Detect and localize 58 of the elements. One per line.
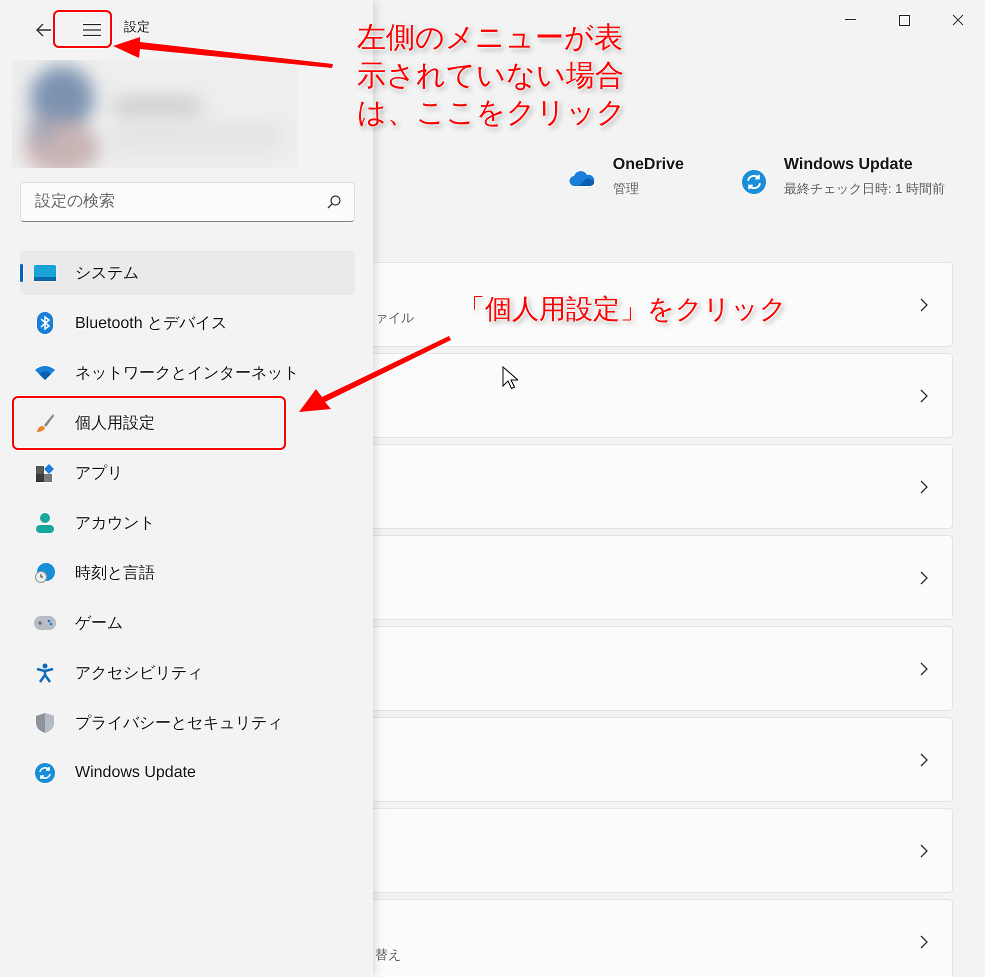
nav-item[interactable]: アカウント (20, 501, 355, 545)
settings-card[interactable] (373, 626, 953, 711)
nav-item[interactable]: アプリ (20, 451, 355, 495)
settings-card[interactable] (373, 717, 953, 802)
nav-item[interactable]: Bluetooth とデバイス (20, 301, 355, 345)
header-title[interactable]: OneDrive (612, 156, 684, 174)
paintbrush-icon (35, 413, 55, 433)
chevron-icon (920, 662, 928, 676)
shield-icon (36, 713, 54, 733)
selection-indicator (20, 264, 23, 282)
globe-clock-icon (35, 563, 55, 583)
monitor-icon (34, 265, 56, 281)
minimize-icon[interactable] (844, 19, 856, 21)
cloud-icon (568, 170, 595, 186)
nav-item[interactable]: 個人用設定 (20, 401, 355, 445)
highlight-box (53, 10, 112, 48)
header-title[interactable]: Windows Update (784, 156, 945, 174)
nav-item[interactable]: システム (20, 251, 355, 295)
annotation-text: 「個人用設定」をクリック (458, 293, 787, 326)
chevron-icon (920, 389, 928, 403)
chevron-icon (920, 480, 928, 494)
chevron-icon (920, 298, 928, 312)
mouse-cursor-icon (502, 366, 518, 390)
update-icon (35, 763, 55, 783)
nav-item[interactable]: ゲーム (20, 601, 355, 645)
header-subtitle: 管理 (612, 180, 640, 198)
settings-card[interactable]: 替え (373, 899, 953, 977)
settings-card[interactable] (373, 535, 953, 620)
search-icon (327, 195, 341, 209)
gamepad-icon (34, 616, 56, 630)
accessibility-icon (36, 663, 54, 683)
window-title: 設定 (124, 18, 150, 36)
search-field[interactable]: 設定の検索 (20, 182, 355, 222)
update-icon (742, 170, 766, 194)
nav-item[interactable]: ネットワークとインターネット (20, 351, 355, 395)
chevron-icon (920, 571, 928, 585)
bluetooth-icon (37, 312, 53, 334)
header-subtitle: 最終チェック日時: 1 時間前 (784, 180, 945, 198)
card-description: ァイル (375, 309, 414, 327)
settings-card[interactable] (373, 808, 953, 893)
nav-item[interactable]: プライバシーとセキュリティ (20, 701, 355, 745)
nav-item[interactable]: 時刻と言語 (20, 551, 355, 595)
settings-card[interactable] (373, 353, 953, 438)
annotation-text: 左側のメニューが表示されていない場合は、ここをクリック (357, 21, 627, 132)
wifi-icon (35, 366, 55, 380)
chevron-icon (920, 753, 928, 767)
nav-item[interactable]: Windows Update (20, 751, 355, 795)
chevron-icon (920, 844, 928, 858)
maximize-icon[interactable] (898, 14, 910, 26)
apps-icon (35, 463, 55, 483)
back-arrow-icon[interactable] (36, 23, 52, 37)
close-icon[interactable] (952, 14, 964, 26)
card-description: 替え (375, 946, 401, 964)
chevron-icon (920, 935, 928, 949)
settings-card[interactable] (373, 444, 953, 529)
person-icon (36, 513, 54, 533)
menu-icon[interactable] (83, 24, 101, 36)
nav-item[interactable]: アクセシビリティ (20, 651, 355, 695)
